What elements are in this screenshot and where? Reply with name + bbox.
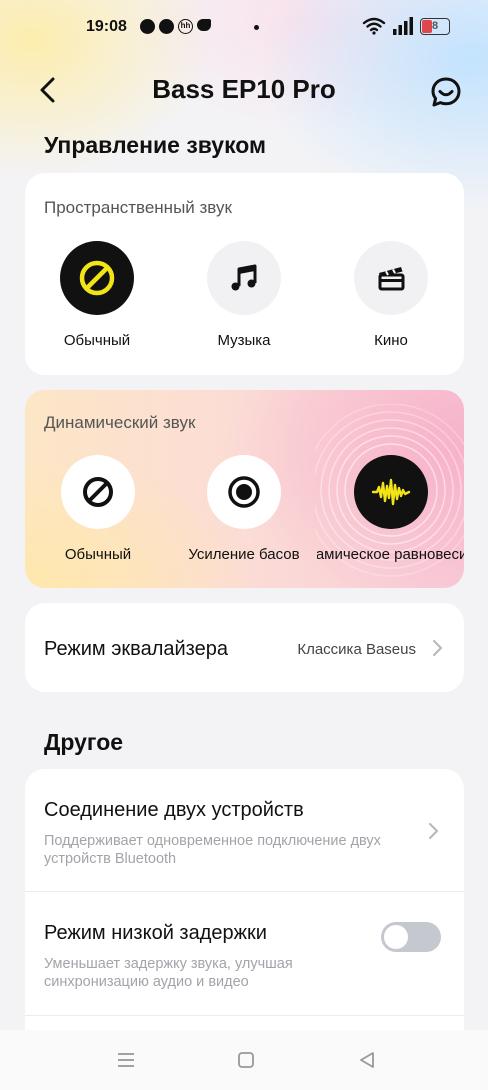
hh-icon: hh [178, 19, 193, 34]
page-title: Bass EP10 Pro [152, 74, 336, 104]
chat-bubble-icon [431, 77, 461, 107]
spatial-cinema-label: Кино [374, 332, 408, 349]
equalizer-row[interactable]: Режим эквалайзера Классика Baseus [25, 603, 464, 692]
menu-icon [118, 1053, 134, 1067]
chat-icon [159, 19, 174, 34]
status-bar: 19:08 hh 8 [0, 0, 488, 56]
triangle-back-icon [360, 1052, 374, 1068]
system-nav-bar [0, 1030, 488, 1090]
battery-level: 8 [431, 19, 439, 32]
dual-connection-subtitle: Поддерживает одновременное подключение д… [44, 833, 381, 867]
dynamic-option-dynamic-balance[interactable]: Динамическое равновесие [317, 455, 464, 563]
spatial-option-cinema[interactable]: Кино [317, 241, 465, 349]
section-title-other: Другое [44, 729, 124, 755]
support-chat-button[interactable] [426, 72, 466, 112]
divider [25, 1015, 464, 1016]
wifi-icon [362, 17, 386, 35]
spatial-option-normal[interactable]: Обычный [23, 241, 171, 349]
dynamic-bass-label: Усиление басов [188, 546, 300, 563]
dynamic-option-normal[interactable]: Обычный [25, 455, 172, 563]
header: Bass EP10 Pro [0, 60, 488, 120]
other-settings-card: Соединение двух устройств Поддерживает о… [25, 769, 464, 1069]
spatial-normal-circle [60, 241, 134, 315]
dynamic-balance-circle [353, 455, 428, 529]
low-latency-subtitle: Уменьшает задержку звука, улучшая синхро… [44, 956, 293, 990]
off-icon [83, 477, 113, 507]
message-icon [140, 19, 155, 34]
dynamic-normal-circle [61, 455, 135, 529]
spatial-music-circle [207, 241, 281, 315]
equalizer-label: Режим эквалайзера [44, 638, 228, 660]
spatial-sound-card: Пространственный звук Обычный Музыка Кин… [25, 173, 464, 375]
spatial-music-label: Музыка [217, 332, 271, 349]
signal-icon [393, 17, 413, 35]
music-note-icon [231, 264, 257, 291]
dual-connection-title: Соединение двух устройств [44, 799, 304, 821]
back-nav-button[interactable] [353, 1048, 381, 1072]
dual-connection-row[interactable]: Соединение двух устройств Поддерживает о… [25, 769, 464, 891]
dynamic-sound-label: Динамический звук [44, 413, 196, 432]
spatial-sound-label: Пространственный звук [44, 198, 232, 217]
low-latency-row: Режим низкой задержки Уменьшает задержку… [25, 892, 464, 1014]
home-square-icon [238, 1052, 254, 1068]
low-latency-title: Режим низкой задержки [44, 922, 267, 944]
spatial-cinema-circle [354, 241, 428, 315]
steam-icon [197, 19, 211, 31]
low-latency-toggle[interactable] [381, 922, 441, 952]
dynamic-option-bass-boost[interactable]: Усиление басов [170, 455, 318, 563]
battery-icon: 8 [420, 17, 450, 35]
dynamic-bass-circle [207, 455, 281, 529]
equalizer-value: Классика Baseus [297, 641, 416, 658]
spatial-option-music[interactable]: Музыка [170, 241, 318, 349]
dynamic-balance-label: Динамическое равновесие [317, 546, 464, 563]
chevron-right-icon [429, 823, 438, 839]
dynamic-sound-card: Динамический звук Обычный Усиление басов… [25, 390, 464, 588]
notification-icons: hh [140, 19, 211, 34]
home-button[interactable] [232, 1048, 260, 1072]
more-notifications-dot [254, 25, 259, 30]
waveform-icon [371, 478, 410, 506]
chevron-right-icon [433, 640, 442, 656]
dynamic-normal-label: Обычный [64, 546, 132, 563]
bass-icon [228, 476, 260, 508]
status-right: 8 [362, 17, 450, 35]
recent-apps-button[interactable] [112, 1048, 140, 1072]
status-time: 19:08 [86, 18, 127, 35]
toggle-knob [384, 925, 408, 949]
spatial-normal-label: Обычный [63, 332, 131, 349]
clapperboard-icon [378, 267, 405, 291]
off-icon [79, 260, 115, 296]
section-title-sound: Управление звуком [44, 132, 267, 158]
